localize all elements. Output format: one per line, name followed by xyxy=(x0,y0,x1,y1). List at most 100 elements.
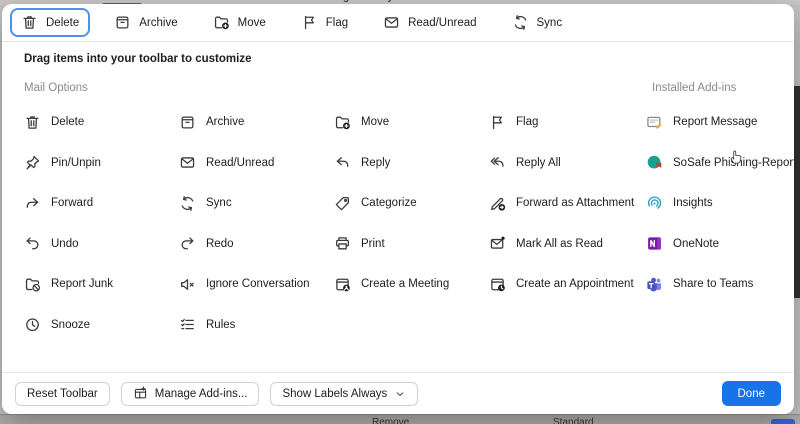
item-label: Forward xyxy=(51,197,93,209)
item-label: Undo xyxy=(51,238,79,250)
item-label: Flag xyxy=(326,17,348,29)
addin-item-report-message[interactable]: Report Message xyxy=(646,114,794,131)
grid-item-pin-unpin[interactable]: Pin/Unpin xyxy=(24,154,179,171)
tag-icon xyxy=(334,195,351,212)
grid-item-mark-all-as-read[interactable]: Mark All as Read xyxy=(489,235,644,252)
addin-item-sosafe-phishing-reportin[interactable]: SoSafe Phishing-Reportin xyxy=(646,154,794,171)
background-fragment: Remove xyxy=(372,417,409,424)
reset-toolbar-label: Reset Toolbar xyxy=(27,388,98,400)
background-dark-edge xyxy=(794,86,800,298)
dialog-footer: Reset Toolbar Manage Add-ins... Show Lab… xyxy=(2,372,794,414)
item-label: Create a Meeting xyxy=(361,278,449,290)
grid-item-print[interactable]: Print xyxy=(334,235,489,252)
grid-item-read-unread[interactable]: Read/Unread xyxy=(179,154,334,171)
toolbar-item-flag[interactable]: Flag xyxy=(290,8,359,37)
toolbar-item-delete[interactable]: Delete xyxy=(10,8,90,37)
background-blue-button-fragment xyxy=(771,419,795,424)
item-label: Categorize xyxy=(361,197,417,209)
addin-item-onenote[interactable]: OneNote xyxy=(646,235,794,252)
rules-icon xyxy=(179,316,196,333)
toolbar-item-archive[interactable]: Archive xyxy=(103,8,188,37)
grid-item-reply-all[interactable]: Reply All xyxy=(489,154,644,171)
item-label: Delete xyxy=(51,116,84,128)
envelope-icon xyxy=(179,154,196,171)
grid-item-forward-as-attachment[interactable]: Forward as Attachment xyxy=(489,195,644,212)
envelope-icon xyxy=(383,14,400,31)
manage-addins-button[interactable]: Manage Add-ins... xyxy=(121,382,260,406)
item-label: Move xyxy=(361,116,389,128)
grid-item-sync[interactable]: Sync xyxy=(179,195,334,212)
trash-icon xyxy=(24,114,41,131)
item-label: Archive xyxy=(206,116,244,128)
item-label: Read/Unread xyxy=(408,17,476,29)
sosafe-icon xyxy=(646,154,663,171)
item-label: Move xyxy=(238,17,266,29)
reply-all-icon xyxy=(489,154,506,171)
item-label: Read/Unread xyxy=(206,157,274,169)
addins-list: Report Message SoSafe Phishing-Reportin In… xyxy=(646,102,794,305)
move-folder-icon xyxy=(334,114,351,131)
chevron-down-icon xyxy=(394,388,406,400)
grid-item-create-a-meeting[interactable]: Create a Meeting xyxy=(334,276,489,293)
flag-icon xyxy=(301,14,318,31)
onenote-icon xyxy=(646,235,663,252)
background-fragment: Standard xyxy=(553,417,594,424)
grid-item-forward[interactable]: Forward xyxy=(24,195,179,212)
grid-item-categorize[interactable]: Categorize xyxy=(334,195,489,212)
addin-item-insights[interactable]: Insights xyxy=(646,195,794,212)
item-label: Delete xyxy=(46,17,79,29)
grid-item-undo[interactable]: Undo xyxy=(24,235,179,252)
grid-item-rules[interactable]: Rules xyxy=(179,316,334,333)
item-label: Snooze xyxy=(51,319,90,331)
reset-toolbar-button[interactable]: Reset Toolbar xyxy=(15,382,110,406)
grid-item-delete[interactable]: Delete xyxy=(24,114,179,131)
item-label: Mark All as Read xyxy=(516,238,603,250)
mark-all-read-icon xyxy=(489,235,506,252)
move-folder-icon xyxy=(213,14,230,31)
item-label: Reply xyxy=(361,157,390,169)
grid-item-create-an-appointment[interactable]: Create an Appointment xyxy=(489,276,644,293)
grid-item-ignore-conversation[interactable]: Ignore Conversation xyxy=(179,276,334,293)
done-button[interactable]: Done xyxy=(722,381,782,406)
toolbar-item-move[interactable]: Move xyxy=(202,8,277,37)
grid-item-archive[interactable]: Archive xyxy=(179,114,334,131)
addin-item-share-to-teams[interactable]: Share to Teams xyxy=(646,276,794,293)
toolbar-item-read-unread[interactable]: Read/Unread xyxy=(372,8,487,37)
show-labels-dropdown[interactable]: Show Labels Always xyxy=(270,382,418,406)
item-label: Sync xyxy=(537,17,563,29)
teams-icon xyxy=(646,276,663,293)
item-label: Ignore Conversation xyxy=(206,278,310,290)
grid-item-move[interactable]: Move xyxy=(334,114,489,131)
meeting-icon xyxy=(334,276,351,293)
manage-addins-label: Manage Add-ins... xyxy=(155,388,248,400)
clock-icon xyxy=(24,316,41,333)
item-label: Pin/Unpin xyxy=(51,157,101,169)
grid-item-report-junk[interactable]: Report Junk xyxy=(24,276,179,293)
toolbar-item-sync[interactable]: Sync xyxy=(501,8,574,37)
item-label: OneNote xyxy=(673,238,719,250)
show-labels-value: Show Labels Always xyxy=(282,388,387,400)
sync-icon xyxy=(512,14,529,31)
done-label: Done xyxy=(738,388,766,400)
item-label: Create an Appointment xyxy=(516,278,634,290)
redo-icon xyxy=(179,235,196,252)
archive-icon xyxy=(179,114,196,131)
grid-item-snooze[interactable]: Snooze xyxy=(24,316,179,333)
background-app-bottom: Remove Standard xyxy=(0,414,800,424)
forward-icon xyxy=(24,195,41,212)
item-label: Report Message xyxy=(673,116,757,128)
customize-toolbar-dialog: DeleteArchiveMoveFlagRead/UnreadSync Dra… xyxy=(2,4,794,414)
installed-addins-header: Installed Add-ins xyxy=(646,82,794,94)
item-label: Share to Teams xyxy=(673,278,753,290)
item-label: Forward as Attachment xyxy=(516,197,634,209)
grid-item-flag[interactable]: Flag xyxy=(489,114,644,131)
item-label: Archive xyxy=(139,17,177,29)
forward-attachment-icon xyxy=(489,195,506,212)
item-label: Sync xyxy=(206,197,232,209)
appointment-icon xyxy=(489,276,506,293)
pin-icon xyxy=(24,154,41,171)
mute-icon xyxy=(179,276,196,293)
grid-item-reply[interactable]: Reply xyxy=(334,154,489,171)
grid-item-redo[interactable]: Redo xyxy=(179,235,334,252)
reply-icon xyxy=(334,154,351,171)
